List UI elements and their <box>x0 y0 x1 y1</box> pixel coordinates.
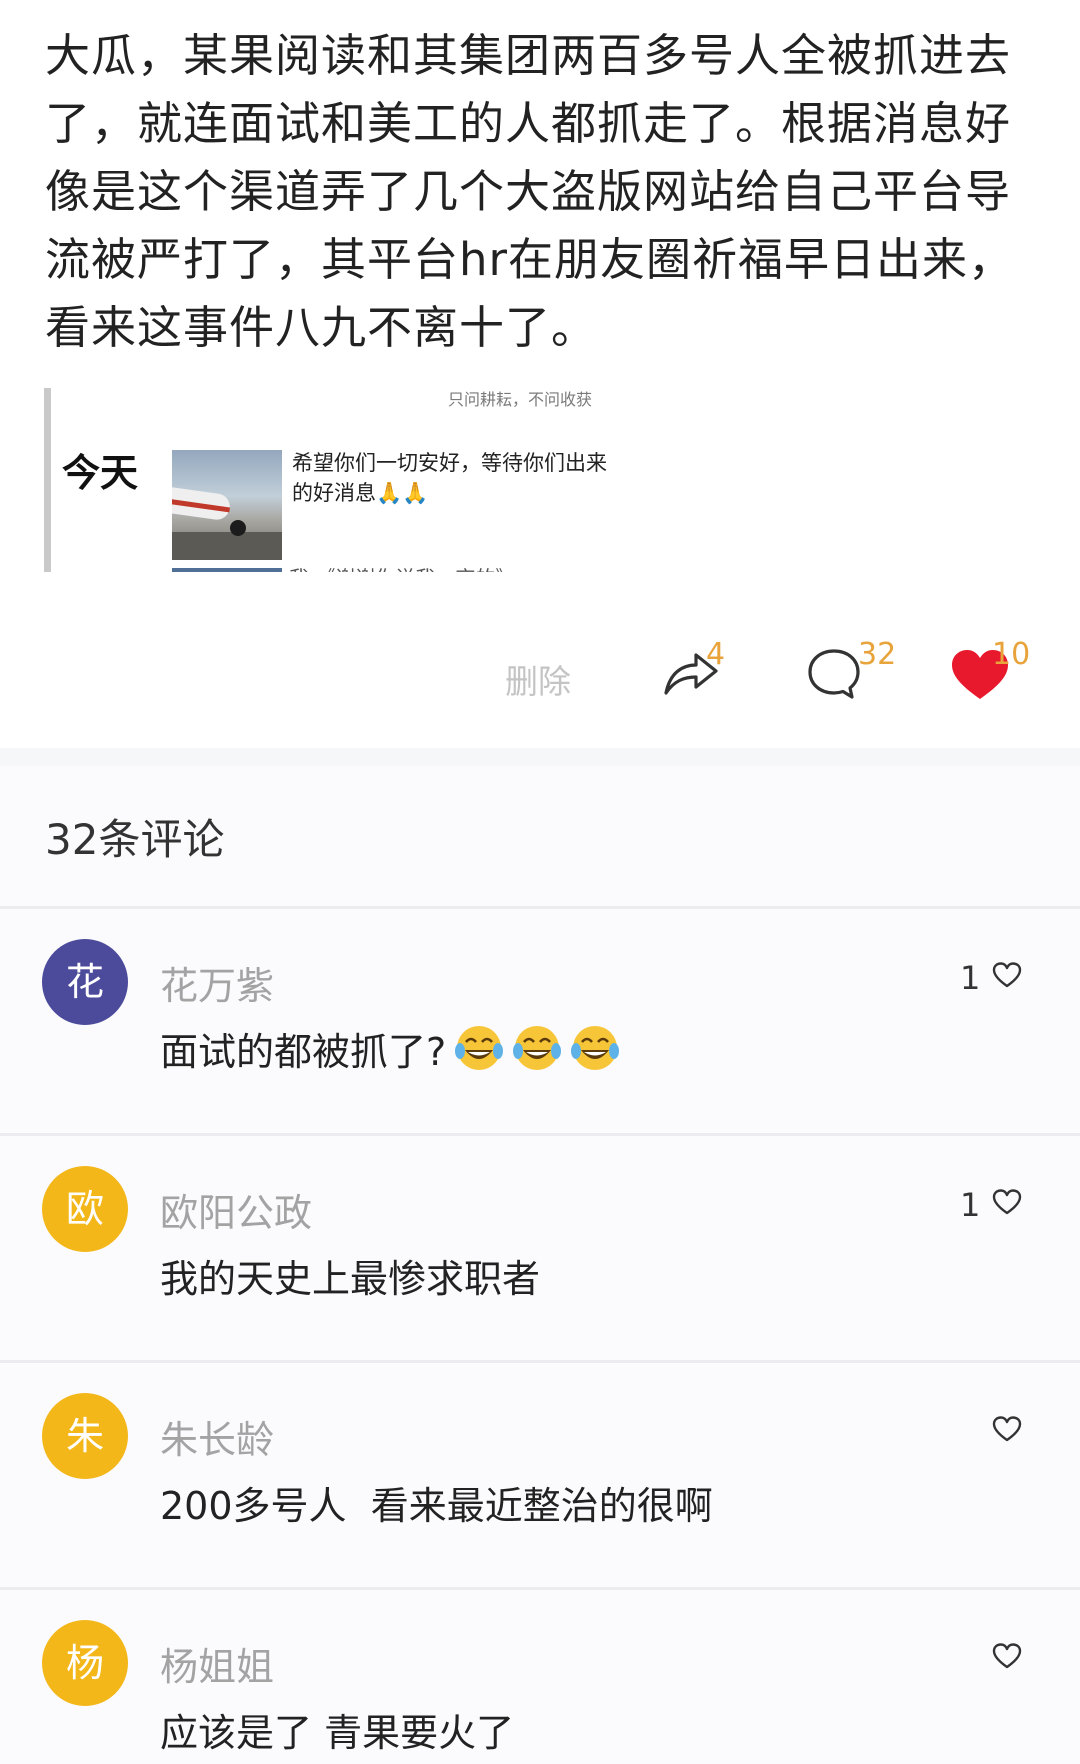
like-count: 10 <box>992 637 1031 672</box>
post-body-text: 大瓜，某果阅读和其集团两百多号人全被抓进去了，就连面试和美工的人都抓走了。根据消… <box>45 29 1015 354</box>
comment-count: 32 <box>858 637 897 672</box>
heart-outline-icon[interactable] <box>992 961 1022 989</box>
share-count: 4 <box>706 637 726 672</box>
avatar[interactable]: 欧 <box>42 1166 128 1252</box>
comment-username[interactable]: 花万紫 <box>160 955 274 1010</box>
comment-icon[interactable] <box>806 647 862 703</box>
comment-text-wrapper: 面试的都被抓了? <box>160 1021 620 1076</box>
comment-username[interactable]: 朱长龄 <box>160 1409 274 1464</box>
airplane-photo <box>172 450 282 560</box>
second-photo <box>172 568 282 572</box>
comment-item[interactable]: 杨 杨姐姐 应该是了 青果要火了 <box>0 1590 1080 1764</box>
delete-button[interactable]: 删除 <box>505 655 571 703</box>
heart-outline-icon[interactable] <box>992 1188 1022 1216</box>
post-detail-page: 大瓜，某果阅读和其集团两百多号人全被抓进去了，就连面试和美工的人都抓走了。根据消… <box>0 0 1080 1764</box>
avatar[interactable]: 朱 <box>42 1393 128 1479</box>
comments-section: 32条评论 花 花万紫 面试的都被抓了? 1 欧 欧阳公政 我的天史上最惨求职者… <box>0 766 1080 1764</box>
comment-text: 200多号人 看来最近整治的很啊 <box>160 1484 713 1528</box>
avatar[interactable]: 花 <box>42 939 128 1025</box>
comment-item[interactable]: 朱 朱长龄 200多号人 看来最近整治的很啊 <box>0 1363 1080 1590</box>
comment-item[interactable]: 花 花万紫 面试的都被抓了? 1 <box>0 909 1080 1136</box>
post-actions: 删除 4 32 10 <box>0 625 1080 725</box>
comment-text: 面试的都被抓了? <box>160 1030 447 1074</box>
quoted-screenshot[interactable]: 只问耕耘，不问收获 今天 希望你们一切安好，等待你们出来的好消息🙏🙏 我 《谢谢… <box>44 388 624 572</box>
quote-top-text: 只问耕耘，不问收获 <box>448 390 593 409</box>
quote-today-label: 今天 <box>62 451 139 495</box>
tears-of-joy-emoji <box>571 1026 620 1070</box>
tarmac <box>172 532 282 560</box>
tears-of-joy-emoji <box>513 1026 562 1070</box>
section-divider <box>0 748 1080 766</box>
comment-text: 我的天史上最惨求职者 <box>160 1257 541 1301</box>
quote-bar <box>44 388 51 572</box>
heart-outline-icon[interactable] <box>992 1415 1022 1443</box>
tears-of-joy-emoji <box>455 1026 504 1070</box>
comments-count-title: 32条评论 <box>45 815 225 864</box>
comment-text: 应该是了 青果要火了 <box>160 1711 515 1755</box>
comment-username[interactable]: 杨姐姐 <box>160 1636 274 1691</box>
airplane-wheel <box>230 520 246 536</box>
comment-item[interactable]: 欧 欧阳公政 我的天史上最惨求职者 1 <box>0 1136 1080 1363</box>
comment-like-count: 1 <box>960 1186 981 1224</box>
quote-bottom-text: 我 《谢谢你说我一夜的》 <box>289 562 515 572</box>
comment-username[interactable]: 欧阳公政 <box>160 1182 312 1237</box>
heart-outline-icon[interactable] <box>992 1642 1022 1670</box>
avatar[interactable]: 杨 <box>42 1620 128 1706</box>
quote-message: 希望你们一切安好，等待你们出来的好消息🙏🙏 <box>292 451 607 505</box>
comment-like-count: 1 <box>960 959 981 997</box>
